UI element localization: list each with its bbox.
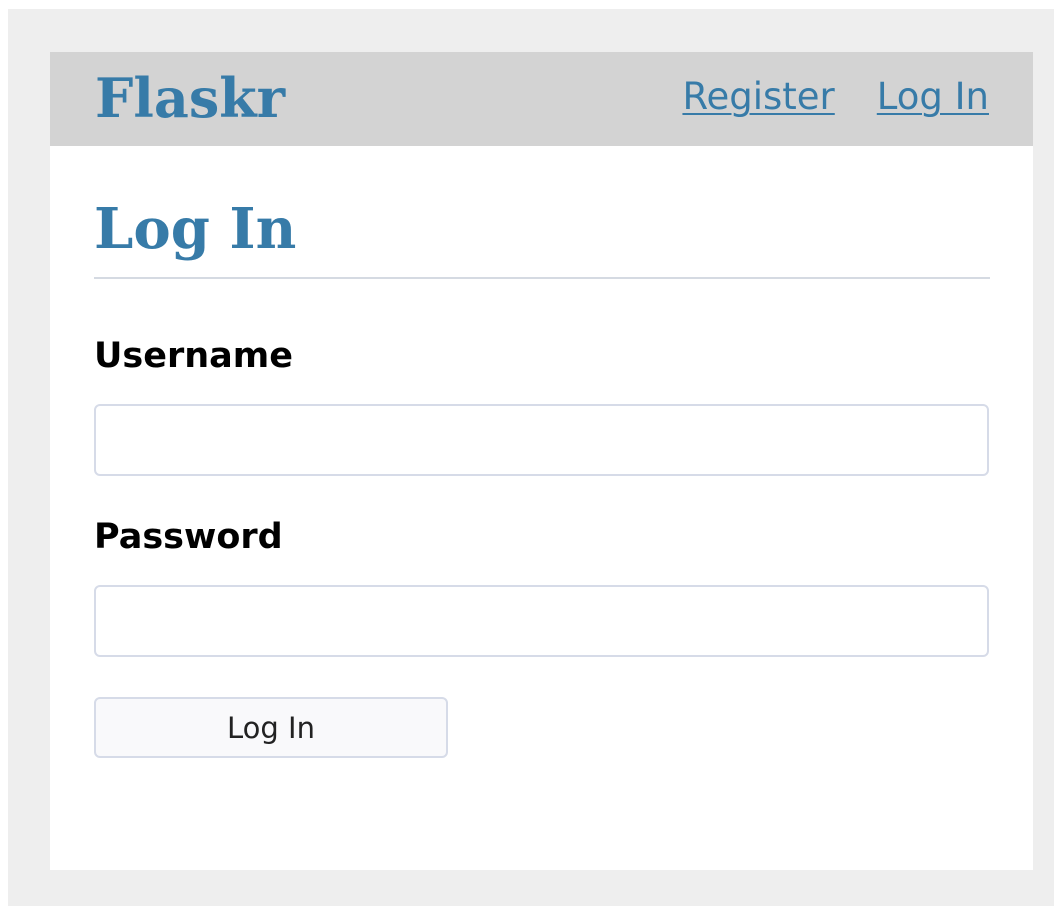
username-label: Username [94,336,293,376]
username-input[interactable] [94,404,989,476]
login-submit-button[interactable]: Log In [94,697,448,758]
top-nav: Flaskr Register Log In [50,52,1033,146]
brand-title: Flaskr [95,66,286,130]
password-input[interactable] [94,585,989,657]
nav-links: Register Log In [682,75,989,119]
register-link[interactable]: Register [682,75,834,119]
page-background: Flaskr Register Log In Log In Username P… [8,9,1054,906]
title-divider [94,277,990,279]
content-card: Flaskr Register Log In Log In Username P… [50,52,1033,870]
login-link[interactable]: Log In [877,75,989,119]
page-title: Log In [94,196,297,262]
password-label: Password [94,517,283,557]
